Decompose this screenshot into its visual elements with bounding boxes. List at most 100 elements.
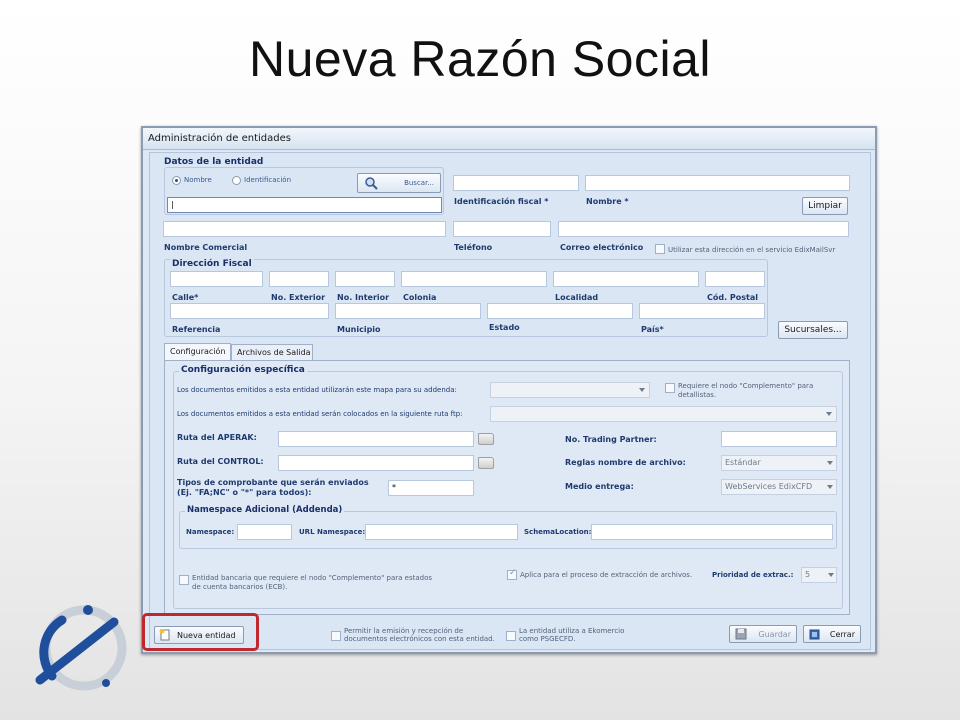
tipos-label: Tipos de comprobante que serán enviados … bbox=[177, 478, 369, 497]
chevron-down-icon bbox=[639, 388, 645, 392]
ruta-aperak-label: Ruta del APERAK: bbox=[177, 433, 257, 442]
tab-configuracion[interactable]: Configuración bbox=[164, 343, 231, 360]
colonia-input[interactable] bbox=[401, 271, 547, 287]
radio-nombre-label: Nombre bbox=[184, 176, 212, 184]
radio-identificacion[interactable] bbox=[232, 176, 241, 185]
reglas-select[interactable]: Estándar bbox=[721, 455, 837, 471]
sucursales-button[interactable]: Sucursales... bbox=[778, 321, 848, 339]
config-section-title: Configuración específica bbox=[179, 365, 307, 375]
datos-section-title: Datos de la entidad bbox=[164, 157, 264, 167]
chevron-down-icon bbox=[828, 573, 834, 577]
namespace-section-title: Namespace Adicional (Addenda) bbox=[185, 505, 345, 515]
search-name-input[interactable]: | bbox=[167, 197, 442, 213]
namespace-input[interactable] bbox=[237, 524, 292, 540]
ekomercio-label: La entidad utiliza a Ekomercio como PSGE… bbox=[519, 627, 625, 643]
identificacion-fiscal-label: Identificación fiscal * bbox=[454, 197, 549, 206]
ruta-ftp-label: Los documentos emitidos a esta entidad s… bbox=[177, 410, 463, 418]
telefono-input[interactable] bbox=[453, 221, 551, 237]
radio-nombre[interactable] bbox=[172, 176, 181, 185]
utilizar-direccion-label: Utilizar esta dirección en el servicio E… bbox=[668, 246, 836, 254]
medio-select[interactable]: WebServices EdixCFD bbox=[721, 479, 837, 495]
nombre-comercial-input[interactable] bbox=[163, 221, 446, 237]
calle-input[interactable] bbox=[170, 271, 263, 287]
pais-input[interactable] bbox=[639, 303, 765, 319]
no-exterior-label: No. Exterior bbox=[271, 293, 326, 302]
ruta-ftp-select[interactable] bbox=[490, 406, 837, 422]
mapa-select[interactable] bbox=[490, 382, 650, 398]
estado-label: Estado bbox=[489, 323, 520, 332]
permitir-label: Permitir la emisión y recepción de docum… bbox=[344, 627, 495, 643]
municipio-input[interactable] bbox=[335, 303, 481, 319]
chevron-down-icon bbox=[826, 412, 832, 416]
requiere-nodo-label: Requiere el nodo "Complemento" para deta… bbox=[678, 382, 814, 399]
entidad-bancaria-label: Entidad bancaria que requiere el nodo "C… bbox=[192, 574, 432, 591]
cod-postal-input[interactable] bbox=[705, 271, 765, 287]
close-window-icon bbox=[809, 629, 820, 639]
entidad-bancaria-checkbox[interactable] bbox=[179, 575, 189, 585]
nombre-comercial-label: Nombre Comercial bbox=[164, 243, 248, 252]
no-interior-input[interactable] bbox=[335, 271, 395, 287]
reglas-label: Reglas nombre de archivo: bbox=[565, 458, 686, 467]
guardar-label: Guardar bbox=[758, 629, 791, 639]
mapa-label: Los documentos emitidos a esta entidad u… bbox=[177, 386, 457, 394]
save-icon bbox=[735, 628, 747, 640]
window-title: Administración de entidades bbox=[143, 128, 875, 150]
url-namespace-input[interactable] bbox=[365, 524, 518, 540]
prioridad-label: Prioridad de extrac.: bbox=[712, 571, 794, 579]
no-trading-label: No. Trading Partner: bbox=[565, 435, 657, 444]
url-namespace-label: URL Namespace: bbox=[299, 528, 366, 536]
nueva-entidad-highlight bbox=[142, 613, 259, 651]
utilizar-direccion-checkbox[interactable] bbox=[655, 244, 665, 254]
direccion-section-title: Dirección Fiscal bbox=[170, 259, 254, 269]
referencia-input[interactable] bbox=[170, 303, 329, 319]
search-icon bbox=[365, 177, 378, 190]
telefono-label: Teléfono bbox=[454, 243, 493, 252]
limpiar-button[interactable]: Limpiar bbox=[802, 197, 848, 215]
chevron-down-icon bbox=[827, 461, 833, 465]
radio-identificacion-label: Identificación bbox=[244, 176, 292, 184]
ruta-aperak-input[interactable] bbox=[278, 431, 474, 447]
guardar-button[interactable]: Guardar bbox=[729, 625, 797, 643]
aplica-checkbox[interactable]: ✓ bbox=[507, 568, 517, 580]
cod-postal-label: Cód. Postal bbox=[707, 293, 759, 302]
buscar-label: Buscar... bbox=[404, 179, 434, 187]
calle-label: Calle* bbox=[172, 293, 199, 302]
schema-location-input[interactable] bbox=[591, 524, 833, 540]
ekomercio-checkbox[interactable] bbox=[506, 631, 516, 641]
no-interior-label: No. Interior bbox=[337, 293, 390, 302]
entity-admin-window: Administración de entidades Datos de la … bbox=[141, 126, 877, 654]
permitir-checkbox[interactable] bbox=[331, 631, 341, 641]
localidad-label: Localidad bbox=[555, 293, 599, 302]
tipos-input[interactable]: * bbox=[388, 480, 474, 496]
nombre-label: Nombre * bbox=[586, 197, 629, 206]
cerrar-label: Cerrar bbox=[829, 629, 855, 639]
no-exterior-input[interactable] bbox=[269, 271, 329, 287]
aplica-label: Aplica para el proceso de extracción de … bbox=[520, 571, 693, 579]
folder-icon[interactable] bbox=[478, 457, 494, 469]
chevron-down-icon bbox=[827, 485, 833, 489]
medio-label: Medio entrega: bbox=[565, 482, 634, 491]
ruta-control-input[interactable] bbox=[278, 455, 474, 471]
buscar-button[interactable]: Buscar... bbox=[357, 173, 441, 193]
correo-label: Correo electrónico bbox=[560, 243, 644, 252]
nombre-input[interactable] bbox=[585, 175, 850, 191]
municipio-label: Municipio bbox=[337, 325, 381, 334]
pais-label: País* bbox=[641, 325, 664, 334]
estado-input[interactable] bbox=[487, 303, 633, 319]
correo-input[interactable] bbox=[558, 221, 849, 237]
schema-location-label: SchemaLocation: bbox=[524, 528, 592, 536]
requiere-nodo-checkbox[interactable] bbox=[665, 383, 675, 393]
window-body: Datos de la entidad Nombre Identificació… bbox=[149, 152, 871, 650]
referencia-label: Referencia bbox=[172, 325, 221, 334]
cerrar-button[interactable]: Cerrar bbox=[803, 625, 861, 643]
identificacion-fiscal-input[interactable] bbox=[453, 175, 579, 191]
slide-title: Nueva Razón Social bbox=[248, 31, 712, 87]
no-trading-input[interactable] bbox=[721, 431, 837, 447]
folder-icon[interactable] bbox=[478, 433, 494, 445]
tab-panel-configuracion: Configuración específica Los documentos … bbox=[164, 360, 850, 615]
colonia-label: Colonia bbox=[403, 293, 437, 302]
namespace-label: Namespace: bbox=[186, 528, 235, 536]
tab-archivos-salida[interactable]: Archivos de Salida bbox=[231, 344, 313, 360]
localidad-input[interactable] bbox=[553, 271, 699, 287]
company-logo bbox=[35, 605, 127, 691]
